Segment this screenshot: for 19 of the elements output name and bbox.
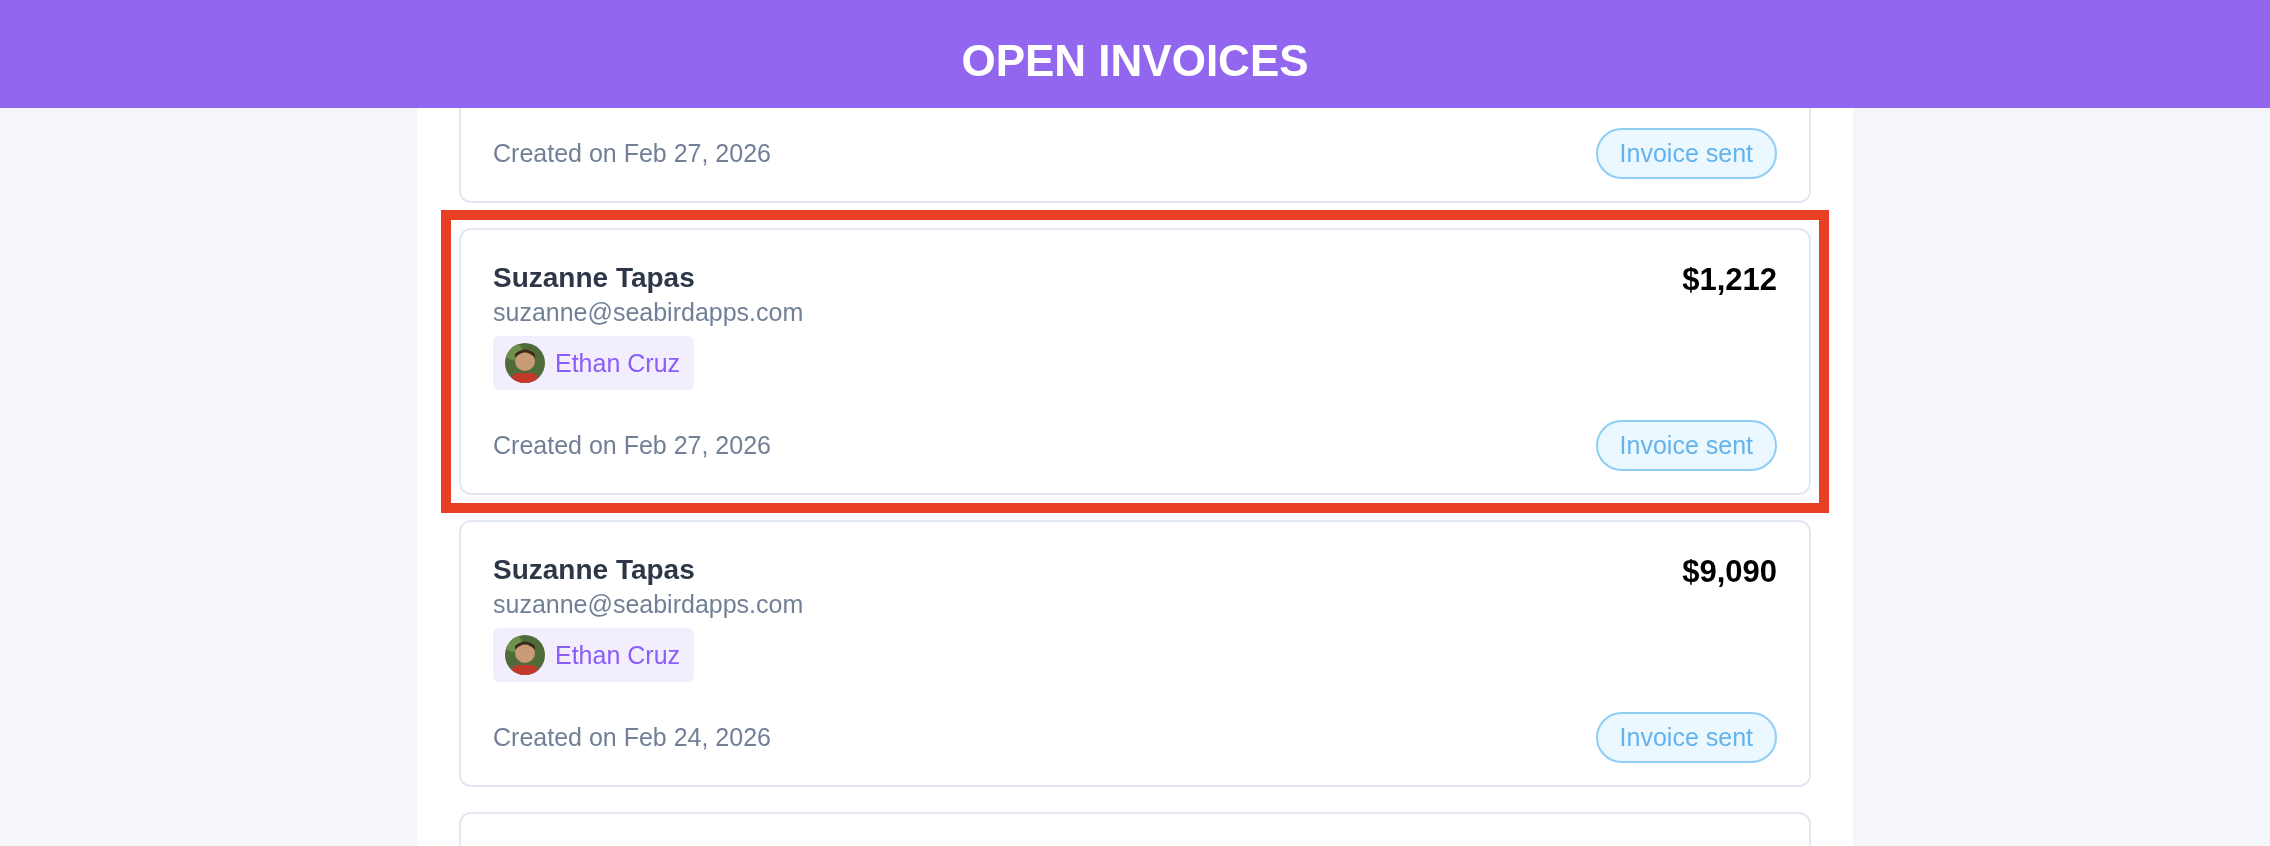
invoice-card[interactable] bbox=[459, 812, 1811, 846]
invoice-card[interactable]: Created on Feb 27, 2026 Invoice sent bbox=[459, 108, 1811, 203]
assignee-chip: Ethan Cruz bbox=[493, 628, 695, 682]
invoice-amount: $9,090 bbox=[1682, 553, 1777, 591]
created-date: Created on Feb 27, 2026 bbox=[493, 431, 771, 460]
status-badge: Invoice sent bbox=[1595, 420, 1777, 471]
invoice-card[interactable]: Suzanne Tapas suzanne@seabirdapps.com Ethan Cruz $1,212 Created on Feb 27, 2026 Invoice sent bbox=[459, 228, 1811, 495]
invoice-amount: $1,212 bbox=[1682, 261, 1777, 299]
customer-name: Suzanne Tapas bbox=[493, 553, 695, 587]
created-date: Created on Feb 24, 2026 bbox=[493, 723, 771, 752]
status-badge: Invoice sent bbox=[1595, 712, 1777, 763]
assignee-chip: Ethan Cruz bbox=[493, 336, 695, 390]
customer-email: suzanne@seabirdapps.com bbox=[493, 297, 804, 328]
status-badge: Invoice sent bbox=[1595, 128, 1777, 179]
created-date: Created on Feb 27, 2026 bbox=[493, 139, 771, 168]
customer-name: Suzanne Tapas bbox=[493, 261, 695, 295]
customer-email: suzanne@seabirdapps.com bbox=[493, 589, 804, 620]
invoice-card[interactable]: Suzanne Tapas suzanne@seabirdapps.com Ethan Cruz $9,090 Created on Feb 24, 2026 Invoice sent bbox=[459, 520, 1811, 787]
page-title: OPEN INVOICES bbox=[961, 36, 1309, 86]
